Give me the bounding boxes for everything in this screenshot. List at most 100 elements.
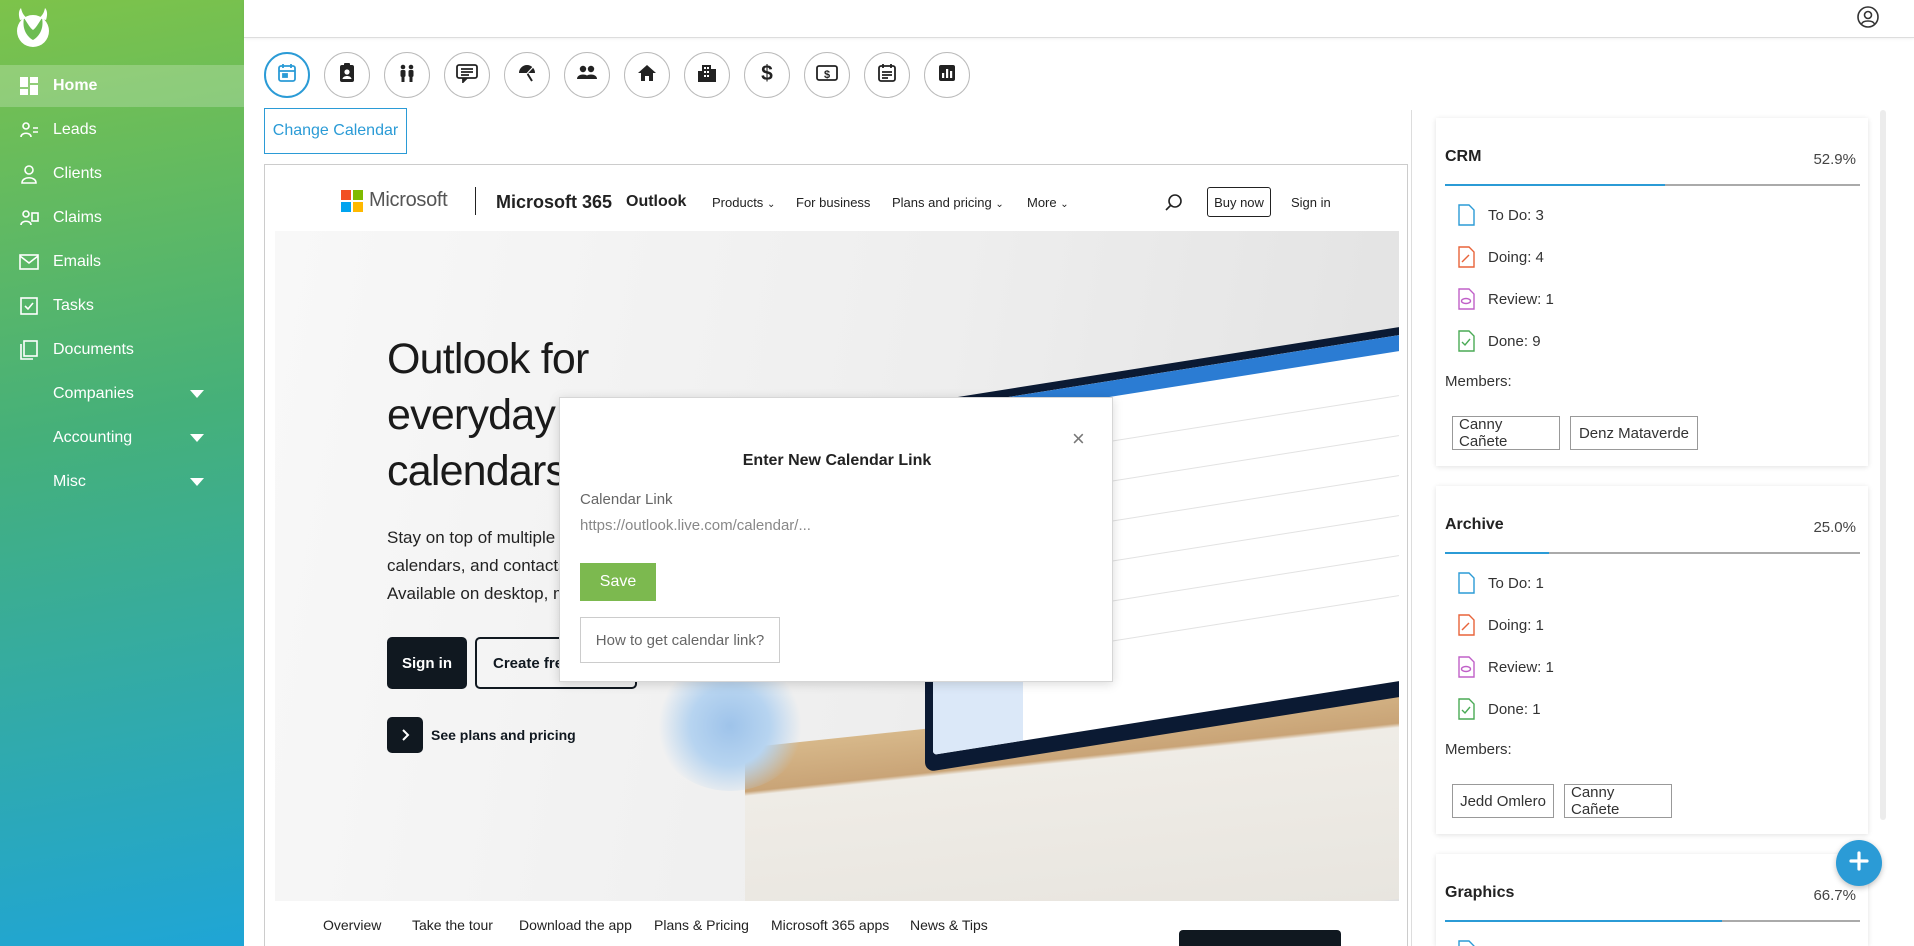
footer-link-apps[interactable]: Microsoft 365 apps xyxy=(771,917,889,933)
task-doing[interactable]: Doing: 1 xyxy=(1456,614,1544,636)
app-name[interactable]: Outlook xyxy=(626,193,686,211)
sidebar-item-label: Leads xyxy=(53,121,97,138)
footer-link-tour[interactable]: Take the tour xyxy=(412,917,493,933)
leads-icon xyxy=(18,119,40,141)
sidebar-item-emails[interactable]: Emails xyxy=(0,241,244,283)
contacts-button[interactable] xyxy=(324,52,370,98)
nav-more[interactable]: More ⌄ xyxy=(1027,195,1069,210)
project-card-graphics[interactable]: Graphics 66.7% xyxy=(1436,854,1868,946)
sign-in-link[interactable]: Sign in xyxy=(1291,195,1331,210)
house-icon xyxy=(637,63,657,88)
task-todo[interactable]: To Do: 3 xyxy=(1456,204,1544,226)
caret-down-icon[interactable] xyxy=(190,478,204,486)
sidebar-item-clients[interactable]: Clients xyxy=(0,153,244,195)
task-done[interactable]: Done: 1 xyxy=(1456,698,1541,720)
nav-products[interactable]: Products ⌄ xyxy=(712,195,775,210)
payments-button[interactable]: $ xyxy=(744,52,790,98)
footer-link-plans[interactable]: Plans & Pricing xyxy=(654,917,749,933)
nav-plans-pricing[interactable]: Plans and pricing ⌄ xyxy=(892,195,1004,210)
task-todo[interactable] xyxy=(1456,940,1488,946)
building-icon xyxy=(697,63,717,88)
task-todo[interactable]: To Do: 1 xyxy=(1456,572,1544,594)
todo-file-icon xyxy=(1458,204,1475,226)
calendar-link-input[interactable] xyxy=(580,513,1020,537)
product-name[interactable]: Microsoft 365 xyxy=(496,192,612,213)
claims-icon xyxy=(18,207,40,229)
billing-button[interactable]: $ xyxy=(804,52,850,98)
scrollbar[interactable] xyxy=(1880,110,1886,820)
schedule-icon xyxy=(877,63,897,88)
task-review[interactable]: Review: 1 xyxy=(1456,656,1554,678)
companies-button[interactable] xyxy=(684,52,730,98)
microsoft-logo[interactable]: Microsoft xyxy=(341,189,448,212)
task-done[interactable]: Done: 9 xyxy=(1456,330,1541,352)
sidebar-item-home[interactable]: Home xyxy=(0,65,244,107)
caret-down-icon[interactable] xyxy=(190,434,204,442)
add-button[interactable] xyxy=(1836,840,1882,886)
calendar-link-modal: × Enter New Calendar Link Calendar Link … xyxy=(559,397,1113,682)
project-card-archive[interactable]: Archive 25.0% To Do: 1 Doing: 1 Review: … xyxy=(1436,486,1868,834)
member-tag[interactable]: Canny Cañete xyxy=(1564,784,1672,818)
save-button[interactable]: Save xyxy=(580,563,656,601)
see-plans-link[interactable]: See plans and pricing xyxy=(387,717,576,753)
modal-title: Enter New Calendar Link xyxy=(742,452,932,469)
app-logo-icon[interactable] xyxy=(12,6,54,50)
sidebar-item-label: Tasks xyxy=(53,297,94,314)
sidebar-item-documents[interactable]: Documents xyxy=(0,329,244,371)
team-button[interactable] xyxy=(564,52,610,98)
how-to-get-link-button[interactable]: How to get calendar link? xyxy=(580,617,780,663)
chevron-down-icon: ⌄ xyxy=(1060,199,1069,210)
sidebar-item-claims[interactable]: Claims xyxy=(0,197,244,239)
buy-now-button[interactable]: Buy now xyxy=(1207,187,1271,217)
reports-button[interactable] xyxy=(924,52,970,98)
panel-divider xyxy=(1411,110,1412,946)
hero-sign-in-button[interactable]: Sign in xyxy=(387,637,467,689)
home-button[interactable] xyxy=(624,52,670,98)
contact-badge-icon xyxy=(337,62,357,88)
member-tag[interactable]: Jedd Omlero xyxy=(1452,784,1554,818)
user-account-icon[interactable] xyxy=(1856,5,1880,29)
calendar-button[interactable] xyxy=(264,52,310,98)
schedule-button[interactable] xyxy=(864,52,910,98)
messages-button[interactable] xyxy=(444,52,490,98)
calendar-icon xyxy=(277,63,297,88)
project-card-crm[interactable]: CRM 52.9% To Do: 3 Doing: 4 Review: 1 Do… xyxy=(1436,118,1868,466)
member-tag[interactable]: Denz Mataverde xyxy=(1570,416,1698,450)
people-button[interactable] xyxy=(384,52,430,98)
sidebar-item-accounting[interactable]: Accounting xyxy=(0,417,244,459)
sidebar-item-leads[interactable]: Leads xyxy=(0,109,244,151)
sidebar-item-label: Home xyxy=(53,77,98,94)
member-tag[interactable]: Canny Cañete xyxy=(1452,416,1560,450)
sidebar-item-label: Clients xyxy=(53,165,102,182)
calendar-link-label: Calendar Link xyxy=(580,491,673,508)
footer-link-download[interactable]: Download the app xyxy=(519,917,632,933)
dashboard-icon xyxy=(18,75,40,97)
caret-down-icon[interactable] xyxy=(190,390,204,398)
microsoft-logo-icon xyxy=(341,189,363,212)
sidebar-item-misc[interactable]: Misc xyxy=(0,461,244,503)
task-doing[interactable]: Doing: 4 xyxy=(1456,246,1544,268)
done-check-icon xyxy=(1458,698,1475,720)
footer-link-news[interactable]: News & Tips xyxy=(910,917,988,933)
svg-text:$: $ xyxy=(761,62,773,84)
sidebar-item-label: Documents xyxy=(53,341,134,358)
chevron-down-icon: ⌄ xyxy=(995,199,1004,210)
chevron-right-icon xyxy=(387,717,423,753)
insurance-button[interactable] xyxy=(504,52,550,98)
footer-cta-button[interactable] xyxy=(1179,930,1341,946)
nav-for-business[interactable]: For business xyxy=(796,195,870,210)
members-label: Members: xyxy=(1445,373,1512,390)
sidebar-item-companies[interactable]: Companies xyxy=(0,373,244,415)
sidebar-item-label: Companies xyxy=(53,385,134,402)
close-icon[interactable]: × xyxy=(1072,428,1085,450)
change-calendar-button[interactable]: Change Calendar xyxy=(264,108,407,154)
done-check-icon xyxy=(1458,330,1475,352)
sidebar-item-label: Accounting xyxy=(53,429,133,446)
svg-text:$: $ xyxy=(824,69,830,81)
search-icon[interactable] xyxy=(1164,193,1184,213)
project-title: Graphics xyxy=(1445,884,1515,901)
sidebar-item-tasks[interactable]: Tasks xyxy=(0,285,244,327)
task-review[interactable]: Review: 1 xyxy=(1456,288,1554,310)
footer-link-overview[interactable]: Overview xyxy=(323,917,381,933)
members-label: Members: xyxy=(1445,741,1512,758)
